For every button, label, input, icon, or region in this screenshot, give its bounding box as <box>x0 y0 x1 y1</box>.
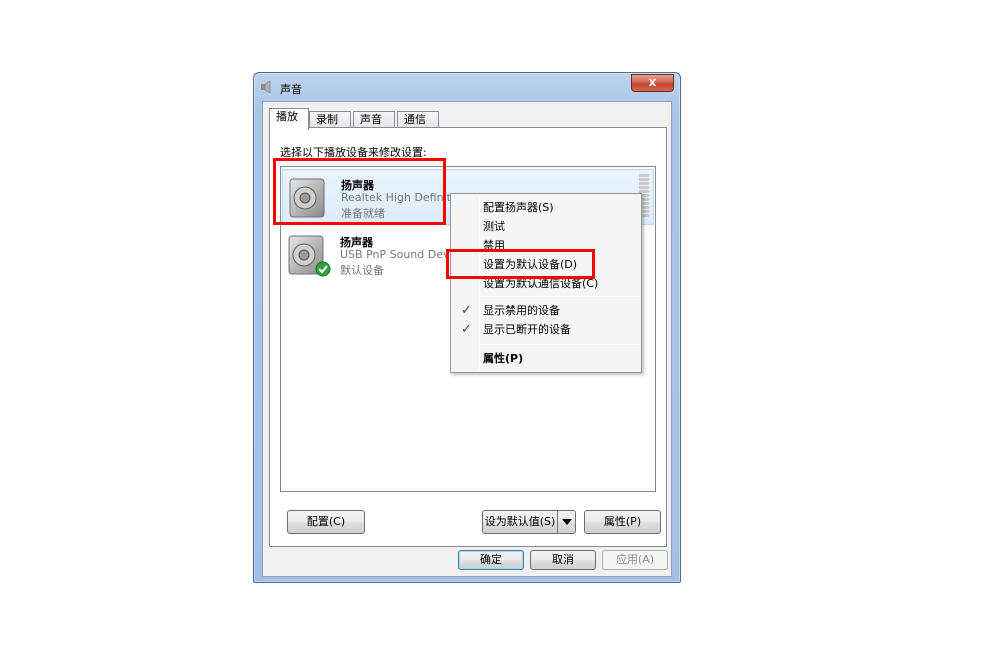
set-default-label: 设为默认值(S) <box>484 515 556 528</box>
chevron-down-icon <box>562 519 572 525</box>
checkmark-icon: ✓ <box>461 303 472 318</box>
window-title: 声音 <box>280 83 302 96</box>
context-menu: 配置扬声器(S) 测试 禁用 设置为默认设备(D) 设置为默认通信设备(C) ✓… <box>450 193 642 373</box>
menu-separator <box>481 296 639 297</box>
device-status: 默认设备 <box>340 264 384 277</box>
default-check-icon <box>315 261 331 277</box>
menu-item-test[interactable]: 测试 <box>453 217 639 236</box>
device-description: USB PnP Sound Devi <box>340 248 453 261</box>
set-default-split-button[interactable]: 设为默认值(S) <box>482 510 576 534</box>
cancel-button[interactable]: 取消 <box>530 550 596 570</box>
speaker-app-icon <box>261 80 271 94</box>
checkmark-icon: ✓ <box>461 322 472 337</box>
tab-playback[interactable]: 播放 <box>269 108 309 130</box>
highlight-box-device <box>273 158 446 225</box>
configure-button[interactable]: 配置(C) <box>287 510 365 534</box>
ok-button[interactable]: 确定 <box>458 550 524 570</box>
set-default-dropdown[interactable] <box>557 511 575 533</box>
apply-button[interactable]: 应用(A) <box>602 550 668 570</box>
menu-item-configure-speakers[interactable]: 配置扬声器(S) <box>453 198 639 217</box>
menu-item-show-disabled[interactable]: ✓ 显示禁用的设备 <box>453 301 639 320</box>
menu-separator <box>481 344 639 345</box>
close-button[interactable]: x <box>631 74 674 92</box>
menu-item-properties[interactable]: 属性(P) <box>453 349 639 368</box>
highlight-box-menu-item <box>446 249 595 279</box>
menu-item-show-disconnected[interactable]: ✓ 显示已断开的设备 <box>453 320 639 339</box>
title-bar[interactable]: 声音 x <box>254 73 680 101</box>
properties-button[interactable]: 属性(P) <box>584 510 661 534</box>
